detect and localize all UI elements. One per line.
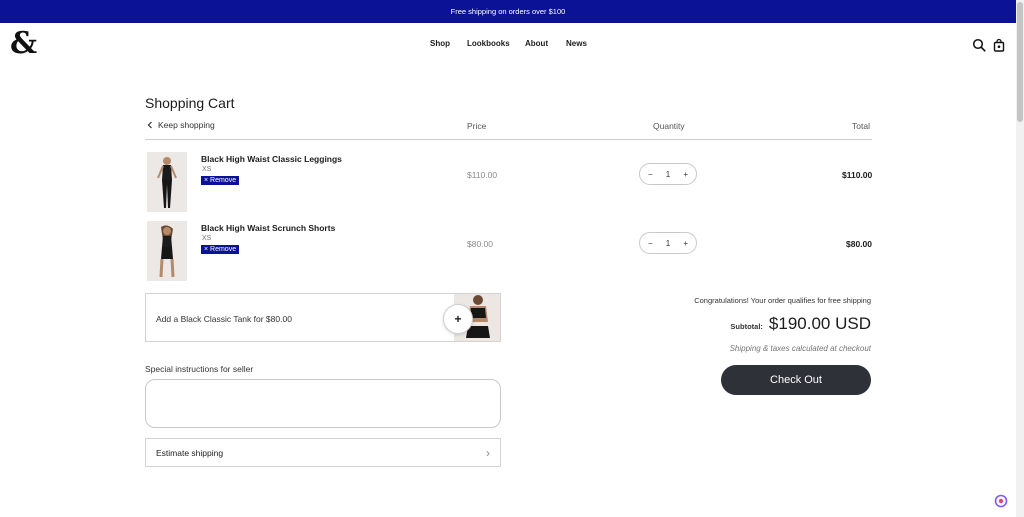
instructions-label: Special instructions for seller [145,364,254,374]
instructions-textarea[interactable] [145,379,501,428]
column-header-price: Price [467,121,487,131]
announcement-text: Free shipping on orders over $100 [450,7,566,16]
estimate-shipping-label: Estimate shipping [156,447,224,458]
qty-decrease-button[interactable]: − [648,170,653,179]
subtotal-row: Subtotal: $190.00 USD [730,314,871,334]
search-icon[interactable] [972,38,986,52]
product-image[interactable] [147,221,187,281]
quantity-stepper: − 1 + [639,163,697,185]
nav-lookbooks[interactable]: Lookbooks [467,39,510,48]
scrollbar[interactable] [1016,0,1024,517]
item-total: $80.00 [846,239,872,249]
scrollbar-thumb[interactable] [1017,2,1023,122]
subtotal-label: Subtotal: [730,322,763,331]
product-name[interactable]: Black High Waist Classic Leggings [201,154,342,164]
subtotal-value: $190.00 USD [768,314,871,333]
estimate-shipping-button[interactable]: Estimate shipping › [145,438,501,467]
column-header-quantity: Quantity [653,121,685,131]
item-total: $110.00 [842,170,873,180]
item-price: $110.00 [467,170,498,180]
chevron-right-icon: › [486,445,490,460]
qty-value[interactable]: 1 [666,170,670,179]
remove-button[interactable]: × Remove [201,176,240,185]
upsell-text: Add a Black Classic Tank for $80.00 [156,314,292,324]
page-title: Shopping Cart [145,95,235,111]
upsell-card: Add a Black Classic Tank for $80.00 + [145,293,501,342]
item-price: $80.00 [467,239,493,249]
qty-decrease-button[interactable]: − [648,239,653,248]
qty-increase-button[interactable]: + [683,239,688,248]
chat-widget-icon[interactable] [994,494,1008,508]
bag-icon[interactable] [992,38,1006,52]
product-size: XS [202,166,212,173]
keep-shopping-label: Keep shopping [158,120,215,130]
qty-increase-button[interactable]: + [683,170,688,179]
upsell-add-button[interactable]: + [443,304,473,334]
product-name[interactable]: Black High Waist Scrunch Shorts [201,223,335,233]
nav-shop[interactable]: Shop [430,39,450,48]
announcement-bar: Free shipping on orders over $100 [0,0,1016,23]
keep-shopping-link[interactable]: Keep shopping [147,120,215,130]
qty-value[interactable]: 1 [666,239,670,248]
shipping-note: Shipping & taxes calculated at checkout [729,344,871,353]
quantity-stepper: − 1 + [639,232,697,254]
remove-button[interactable]: × Remove [201,245,240,254]
nav-about[interactable]: About [525,39,548,48]
product-size: XS [202,235,212,242]
column-header-total: Total [852,121,870,131]
cart-divider [145,139,872,140]
product-image[interactable] [147,152,187,212]
free-shipping-message: Congratulations! Your order qualifies fo… [694,296,871,305]
logo[interactable]: & [10,28,37,60]
chevron-left-icon [147,121,152,129]
checkout-button[interactable]: Check Out [721,365,871,395]
nav-news[interactable]: News [566,39,587,48]
